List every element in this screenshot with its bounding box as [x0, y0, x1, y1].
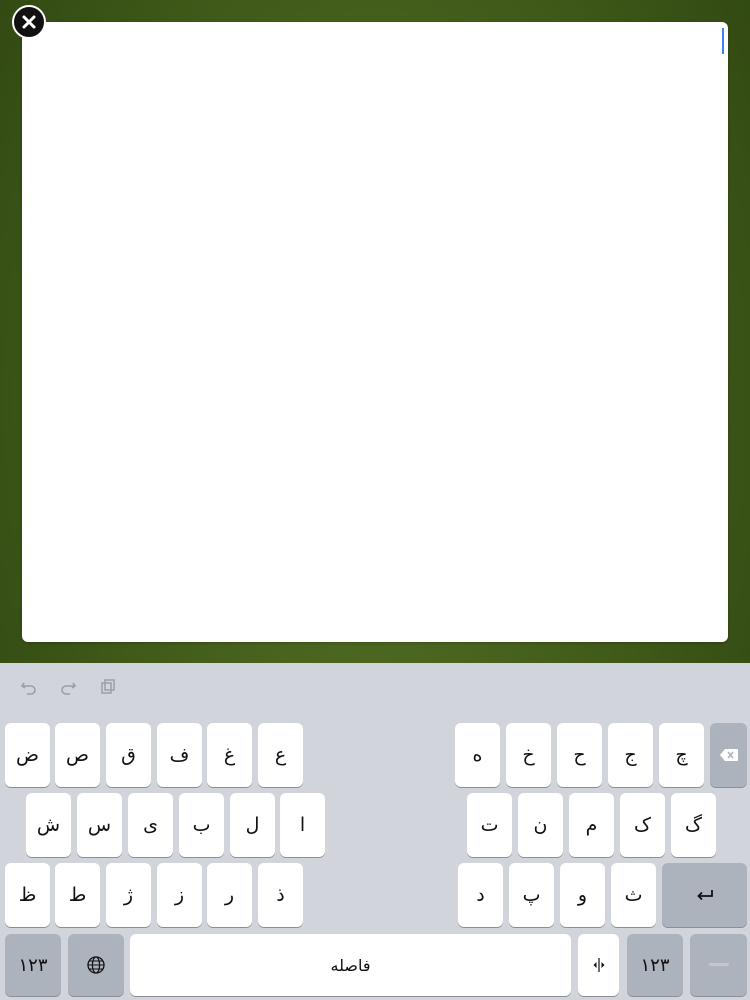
key-se[interactable]: ث	[611, 863, 656, 927]
note-text-area[interactable]	[22, 22, 728, 642]
key-label: ا	[299, 814, 306, 836]
key-label: پ	[522, 884, 541, 906]
key-label: م	[585, 814, 598, 836]
key-label: س	[87, 814, 112, 836]
key-label: ب	[192, 814, 211, 836]
key-be[interactable]: ب	[179, 793, 224, 857]
key-hhe[interactable]: ح	[557, 723, 602, 787]
space-label: فاصله	[330, 955, 371, 975]
key-label: ج	[624, 744, 637, 766]
key-sad[interactable]: ص	[55, 723, 100, 787]
key-re[interactable]: ر	[207, 863, 252, 927]
key-vav[interactable]: و	[560, 863, 605, 927]
key-lam[interactable]: ل	[230, 793, 275, 857]
text-cursor	[722, 28, 724, 54]
key-label: خ	[522, 744, 535, 766]
dismiss-keyboard-button[interactable]	[690, 934, 747, 996]
key-label: ژ	[123, 884, 134, 906]
key-label: گ	[685, 814, 703, 836]
numbers-label: ۱۲۳	[18, 954, 48, 976]
key-zal[interactable]: ذ	[258, 863, 303, 927]
key-che[interactable]: چ	[659, 723, 704, 787]
key-label: ل	[245, 814, 260, 836]
key-khe[interactable]: خ	[506, 723, 551, 787]
key-label: ر	[224, 884, 235, 906]
key-shin[interactable]: ش	[26, 793, 71, 857]
numbers-button-left[interactable]: ۱۲۳	[5, 934, 61, 996]
key-zad[interactable]: ض	[5, 723, 50, 787]
key-label: ت	[480, 814, 499, 836]
dismiss-keyboard-icon	[708, 963, 729, 966]
key-gaf[interactable]: گ	[671, 793, 716, 857]
key-kaf[interactable]: ک	[620, 793, 665, 857]
key-label: د	[476, 884, 485, 906]
key-za[interactable]: ظ	[5, 863, 50, 927]
key-label: غ	[223, 744, 236, 766]
paste-icon[interactable]	[96, 675, 120, 699]
persian-keyboard: ض ص ق ف غ ع ه خ ح ج چ ش س ی ب ل ا ت ن م …	[0, 663, 750, 1000]
key-ta[interactable]: ط	[55, 863, 100, 927]
key-label: ش	[36, 814, 61, 836]
key-dal[interactable]: د	[458, 863, 503, 927]
key-label: ق	[121, 744, 136, 766]
key-label: ص	[66, 744, 89, 766]
key-ye[interactable]: ی	[128, 793, 173, 857]
key-ein[interactable]: ع	[258, 723, 303, 787]
key-label: ح	[573, 744, 586, 766]
key-label: چ	[675, 744, 688, 766]
key-label: ک	[634, 814, 652, 836]
return-icon	[696, 890, 713, 901]
key-label: ظ	[18, 884, 37, 906]
close-button[interactable]	[12, 5, 46, 39]
key-ghein[interactable]: غ	[207, 723, 252, 787]
key-fe[interactable]: ف	[157, 723, 202, 787]
key-alef[interactable]: ا	[280, 793, 325, 857]
key-ze[interactable]: ز	[157, 863, 202, 927]
key-label: ض	[16, 744, 39, 766]
key-he[interactable]: ه	[455, 723, 500, 787]
space-bar[interactable]: فاصله	[130, 934, 571, 996]
redo-icon[interactable]	[56, 675, 80, 699]
key-label: ی	[143, 814, 158, 836]
key-sin[interactable]: س	[77, 793, 122, 857]
key-label: ز	[174, 884, 185, 906]
key-mim[interactable]: م	[569, 793, 614, 857]
key-label: ث	[624, 884, 643, 906]
globe-icon	[87, 956, 105, 974]
key-label: ف	[169, 744, 190, 766]
key-label: ذ	[276, 884, 285, 906]
split-keyboard-icon	[593, 958, 604, 972]
key-label: ط	[68, 884, 87, 906]
return-button[interactable]	[662, 863, 747, 927]
keyboard-toolbar	[0, 663, 750, 711]
key-label: ه	[472, 744, 483, 766]
key-label: ع	[274, 744, 287, 766]
numbers-button-right[interactable]: ۱۲۳	[627, 934, 683, 996]
key-label: و	[577, 884, 588, 906]
numbers-label: ۱۲۳	[640, 954, 670, 976]
key-jim[interactable]: ج	[608, 723, 653, 787]
key-te[interactable]: ت	[467, 793, 512, 857]
key-nun[interactable]: ن	[518, 793, 563, 857]
key-label: ن	[533, 814, 548, 836]
split-keyboard-button[interactable]	[578, 934, 619, 996]
backspace-button[interactable]	[710, 723, 747, 787]
undo-icon[interactable]	[17, 675, 41, 699]
backspace-icon	[719, 749, 738, 761]
globe-button[interactable]	[68, 934, 124, 996]
close-icon	[22, 15, 36, 29]
key-pe[interactable]: پ	[509, 863, 554, 927]
key-ghaf[interactable]: ق	[106, 723, 151, 787]
key-zhe[interactable]: ژ	[106, 863, 151, 927]
